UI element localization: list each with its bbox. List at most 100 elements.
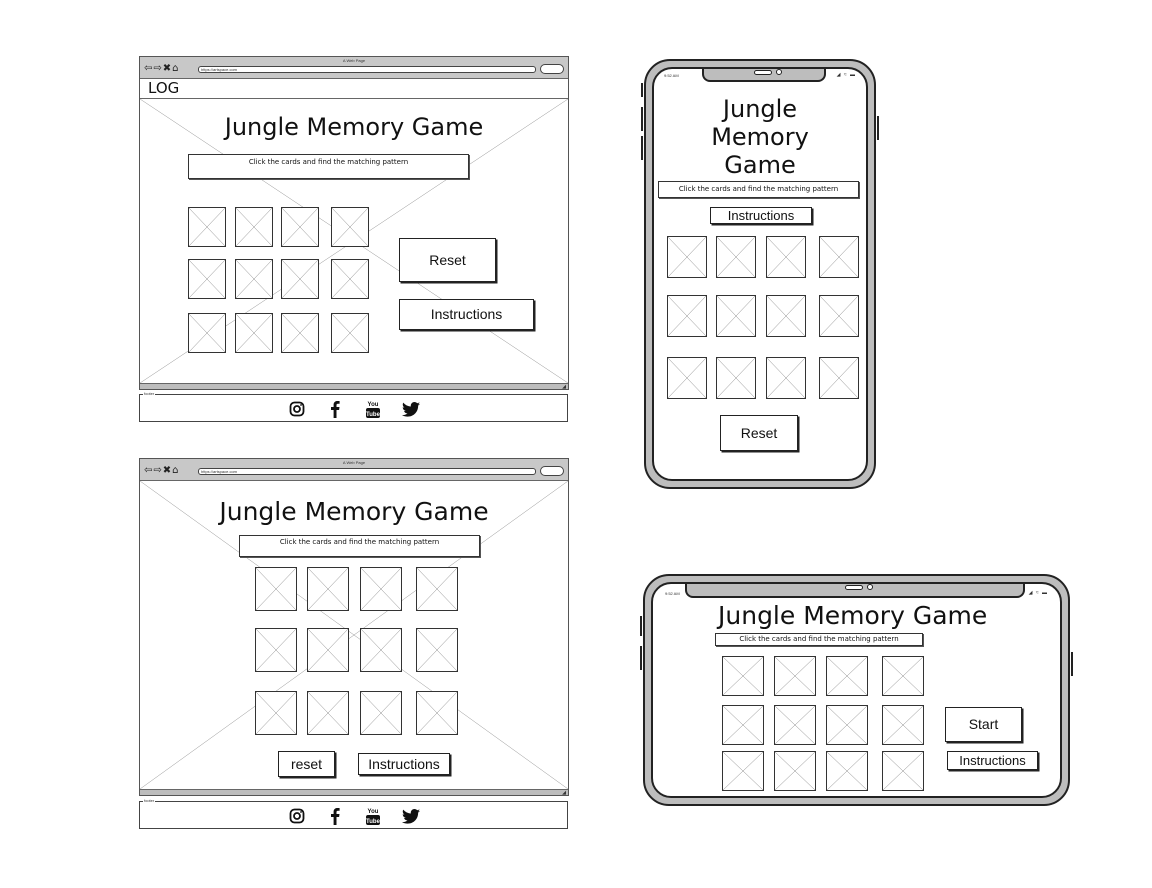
memory-card[interactable] [307, 691, 349, 735]
memory-card[interactable] [307, 628, 349, 672]
twitter-icon[interactable] [401, 807, 420, 825]
memory-card[interactable] [774, 656, 816, 696]
memory-card[interactable] [255, 567, 297, 611]
memory-card[interactable] [774, 751, 816, 791]
memory-card[interactable] [235, 313, 273, 353]
memory-card[interactable] [766, 236, 806, 278]
memory-card[interactable] [360, 628, 402, 672]
url-bar[interactable]: https://artspace.com [198, 468, 536, 475]
memory-card[interactable] [819, 357, 859, 399]
placeholder-x-icon [361, 629, 401, 671]
memory-card[interactable] [766, 295, 806, 337]
memory-card[interactable] [667, 236, 707, 278]
memory-card[interactable] [331, 207, 369, 247]
forward-arrow-icon[interactable]: ⇨ [153, 465, 162, 476]
memory-card[interactable] [716, 357, 756, 399]
title-line: Jungle [722, 95, 798, 123]
search-field[interactable] [540, 466, 564, 476]
memory-card[interactable] [281, 259, 319, 299]
start-button[interactable]: Start [945, 707, 1022, 742]
instructions-button[interactable]: Instructions [399, 299, 534, 330]
close-icon[interactable]: ✖ [163, 465, 172, 476]
subtitle-box: Click the cards and find the matching pa… [188, 154, 469, 179]
memory-card[interactable] [722, 656, 764, 696]
instructions-button[interactable]: Instructions [358, 753, 450, 775]
social-links: You Tube [140, 806, 567, 826]
memory-card[interactable] [826, 705, 868, 745]
memory-card[interactable] [416, 567, 458, 611]
memory-card[interactable] [766, 357, 806, 399]
resize-grip-icon[interactable]: ◢ [562, 790, 566, 796]
memory-card[interactable] [255, 628, 297, 672]
memory-card[interactable] [416, 628, 458, 672]
instagram-icon[interactable] [288, 807, 306, 825]
memory-card[interactable] [281, 207, 319, 247]
volume-button [640, 646, 642, 670]
placeholder-x-icon [189, 260, 225, 298]
memory-card[interactable] [716, 295, 756, 337]
memory-card[interactable] [188, 259, 226, 299]
memory-card[interactable] [722, 751, 764, 791]
power-button [877, 116, 879, 140]
memory-card[interactable] [667, 357, 707, 399]
memory-card[interactable] [360, 567, 402, 611]
memory-card[interactable] [188, 313, 226, 353]
memory-card[interactable] [235, 259, 273, 299]
memory-card[interactable] [722, 705, 764, 745]
instructions-button[interactable]: Instructions [710, 207, 812, 224]
memory-card[interactable] [882, 751, 924, 791]
footer-1: footer You Tube [139, 391, 568, 422]
phone-notch [685, 584, 1025, 598]
memory-card[interactable] [307, 567, 349, 611]
resize-grip-icon[interactable]: ◢ [562, 384, 566, 390]
page-title: Jungle Memory Game [654, 95, 866, 179]
status-time: 9:52 AM [665, 591, 680, 596]
memory-card[interactable] [882, 656, 924, 696]
reset-button[interactable]: Reset [720, 415, 798, 451]
placeholder-x-icon [361, 692, 401, 734]
url-bar[interactable]: https://artspace.com [198, 66, 536, 73]
instagram-icon[interactable] [288, 400, 306, 418]
memory-card[interactable] [826, 751, 868, 791]
memory-card[interactable] [255, 691, 297, 735]
home-icon[interactable]: ⌂ [172, 63, 179, 74]
memory-card[interactable] [281, 313, 319, 353]
memory-card[interactable] [235, 207, 273, 247]
youtube-icon[interactable]: You Tube [364, 400, 382, 418]
placeholder-x-icon [236, 260, 272, 298]
back-arrow-icon[interactable]: ⇦ [144, 63, 153, 74]
memory-card[interactable] [331, 259, 369, 299]
close-icon[interactable]: ✖ [163, 63, 172, 74]
forward-arrow-icon[interactable]: ⇨ [153, 63, 162, 74]
memory-card[interactable] [416, 691, 458, 735]
facebook-icon[interactable] [326, 807, 344, 825]
memory-card[interactable] [774, 705, 816, 745]
memory-card[interactable] [826, 656, 868, 696]
subtitle-box: Click the cards and find the matching pa… [239, 535, 480, 557]
back-arrow-icon[interactable]: ⇦ [144, 465, 153, 476]
placeholder-x-icon [723, 752, 763, 790]
memory-card[interactable] [882, 705, 924, 745]
search-field[interactable] [540, 64, 564, 74]
reset-button[interactable]: reset [278, 751, 335, 777]
placeholder-x-icon [827, 706, 867, 744]
youtube-icon[interactable]: You Tube [364, 807, 382, 825]
page-title: Jungle Memory Game [219, 497, 489, 526]
placeholder-x-icon [767, 358, 805, 398]
window-title: A Web Page [342, 460, 366, 465]
memory-card[interactable] [188, 207, 226, 247]
instructions-button[interactable]: Instructions [947, 751, 1038, 770]
twitter-icon[interactable] [401, 400, 420, 418]
memory-card[interactable] [716, 236, 756, 278]
placeholder-x-icon [883, 657, 923, 695]
title-line: Game [724, 151, 796, 179]
home-icon[interactable]: ⌂ [172, 465, 179, 476]
reset-button[interactable]: Reset [399, 238, 496, 282]
memory-card[interactable] [331, 313, 369, 353]
placeholder-x-icon [723, 706, 763, 744]
memory-card[interactable] [360, 691, 402, 735]
memory-card[interactable] [819, 295, 859, 337]
memory-card[interactable] [667, 295, 707, 337]
facebook-icon[interactable] [326, 400, 344, 418]
memory-card[interactable] [819, 236, 859, 278]
